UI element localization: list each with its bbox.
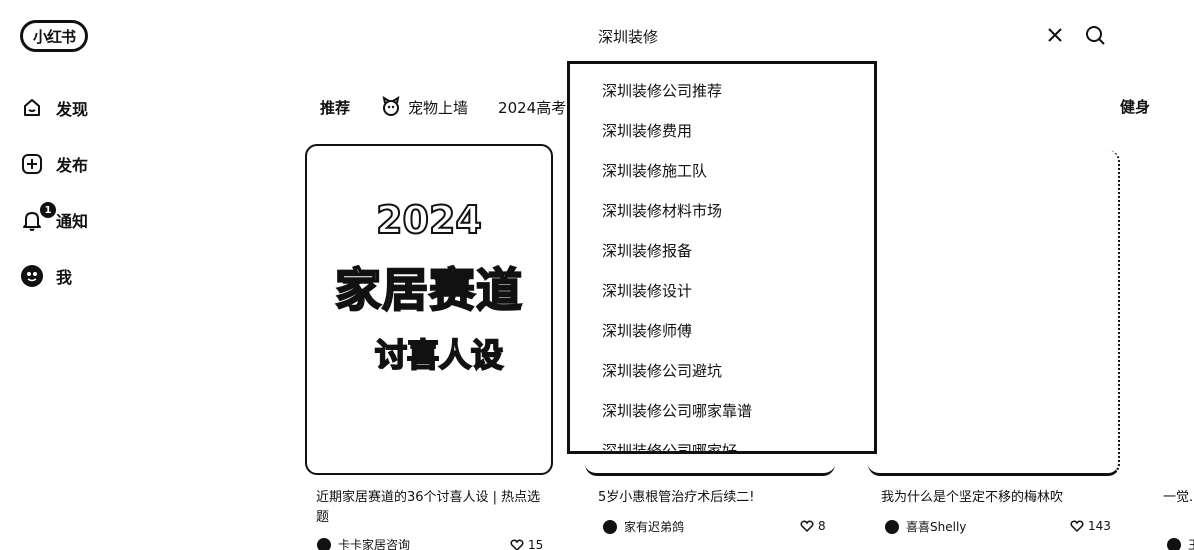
sidebar-item-me[interactable]: 我 <box>20 258 140 294</box>
note-title[interactable]: 我为什么是个坚定不移的梅林吹 <box>881 488 1116 508</box>
suggestion-item[interactable]: 深圳装修公司哪家靠谱 <box>570 390 874 430</box>
home-icon <box>20 96 44 120</box>
pet-icon <box>380 95 402 118</box>
heart-icon <box>800 520 814 533</box>
like-count[interactable]: 8 <box>800 519 826 533</box>
search-input[interactable] <box>598 20 1038 52</box>
category-tabs: 推荐 宠物上墙 2024高考 <box>320 95 596 118</box>
tab-label: 推荐 <box>320 98 351 117</box>
avatar <box>602 519 618 535</box>
suggestion-item[interactable]: 深圳装修材料市场 <box>570 190 874 230</box>
avatar <box>20 264 44 288</box>
author-name: 家有迟弟鸽 <box>624 520 685 534</box>
sidebar-item-label: 我 <box>56 268 73 287</box>
sidebar-item-notifications[interactable]: 1 通知 <box>20 202 140 238</box>
author-name: 喜喜Shelly <box>906 520 967 534</box>
tab-label: 宠物上墙 <box>408 98 469 117</box>
note-cover[interactable] <box>868 150 1120 476</box>
avatar <box>316 537 332 550</box>
heart-icon <box>1070 520 1084 533</box>
notification-badge: 1 <box>40 202 56 218</box>
cover-line: 2024 <box>375 197 483 243</box>
close-icon[interactable] <box>1044 24 1066 46</box>
tab-pets[interactable]: 宠物上墙 <box>380 95 469 118</box>
suggestion-item[interactable]: 深圳装修公司推荐 <box>570 70 874 110</box>
note-title[interactable]: 近期家居赛道的36个讨喜人设 | 热点选题 <box>316 488 546 528</box>
avatar <box>1166 537 1182 550</box>
tab-recommend[interactable]: 推荐 <box>320 97 350 118</box>
search-suggestions-dropdown: 深圳装修公司推荐 深圳装修费用 深圳装修施工队 深圳装修材料市场 深圳装修报备 … <box>567 61 877 454</box>
note-title[interactable]: 5岁小惠根管治疗术后续二! <box>598 488 828 508</box>
plus-square-icon <box>20 152 44 176</box>
sidebar-item-label: 通知 <box>56 212 89 231</box>
suggestion-item[interactable]: 深圳装修施工队 <box>570 150 874 190</box>
author-name: 卡卡家居咨询 <box>338 538 411 550</box>
note-author[interactable]: 卡卡家居咨询 <box>316 536 410 550</box>
sidebar: 发现 发布 1 通知 我 <box>20 90 140 314</box>
search-icon[interactable] <box>1084 24 1108 48</box>
like-number: 15 <box>528 538 544 550</box>
like-number: 8 <box>818 519 826 533</box>
suggestion-item[interactable]: 深圳装修费用 <box>570 110 874 150</box>
sidebar-item-label: 发现 <box>56 100 89 119</box>
like-count[interactable]: 143 <box>1070 519 1111 533</box>
suggestion-item[interactable]: 深圳装修设计 <box>570 270 874 310</box>
avatar <box>884 519 900 535</box>
note-title[interactable]: 一觉...信 <box>1163 488 1194 508</box>
suggestion-item[interactable]: 深圳装修公司避坑 <box>570 350 874 390</box>
sidebar-item-publish[interactable]: 发布 <box>20 146 140 182</box>
note-author[interactable]: 家有迟弟鸽 <box>602 518 684 535</box>
note-author[interactable]: 王 <box>1166 536 1194 550</box>
app-logo[interactable]: 小红书 <box>20 20 88 52</box>
logo-text: 小红书 <box>32 27 76 46</box>
suggestion-item[interactable]: 深圳装修公司哪家好 <box>570 430 874 452</box>
sidebar-item-label: 发布 <box>56 156 89 175</box>
note-author[interactable]: 喜喜Shelly <box>884 518 966 535</box>
like-count[interactable]: 15 <box>510 538 543 550</box>
heart-icon <box>510 539 524 550</box>
note-cover[interactable]: 2024 家居赛道 讨喜人设 <box>305 144 553 475</box>
tab-label: 2024高考 <box>498 98 567 117</box>
suggestion-item[interactable]: 深圳装修报备 <box>570 230 874 270</box>
like-number: 143 <box>1088 519 1111 533</box>
author-name: 王 <box>1188 536 1194 550</box>
sidebar-item-discover[interactable]: 发现 <box>20 90 140 126</box>
cover-line: 家居赛道 <box>334 262 523 318</box>
tab-gaokao[interactable]: 2024高考 <box>498 97 566 118</box>
tab-fitness[interactable]: 健身 <box>1120 96 1150 117</box>
cover-line: 讨喜人设 <box>374 335 504 375</box>
suggestion-item[interactable]: 深圳装修师傅 <box>570 310 874 350</box>
